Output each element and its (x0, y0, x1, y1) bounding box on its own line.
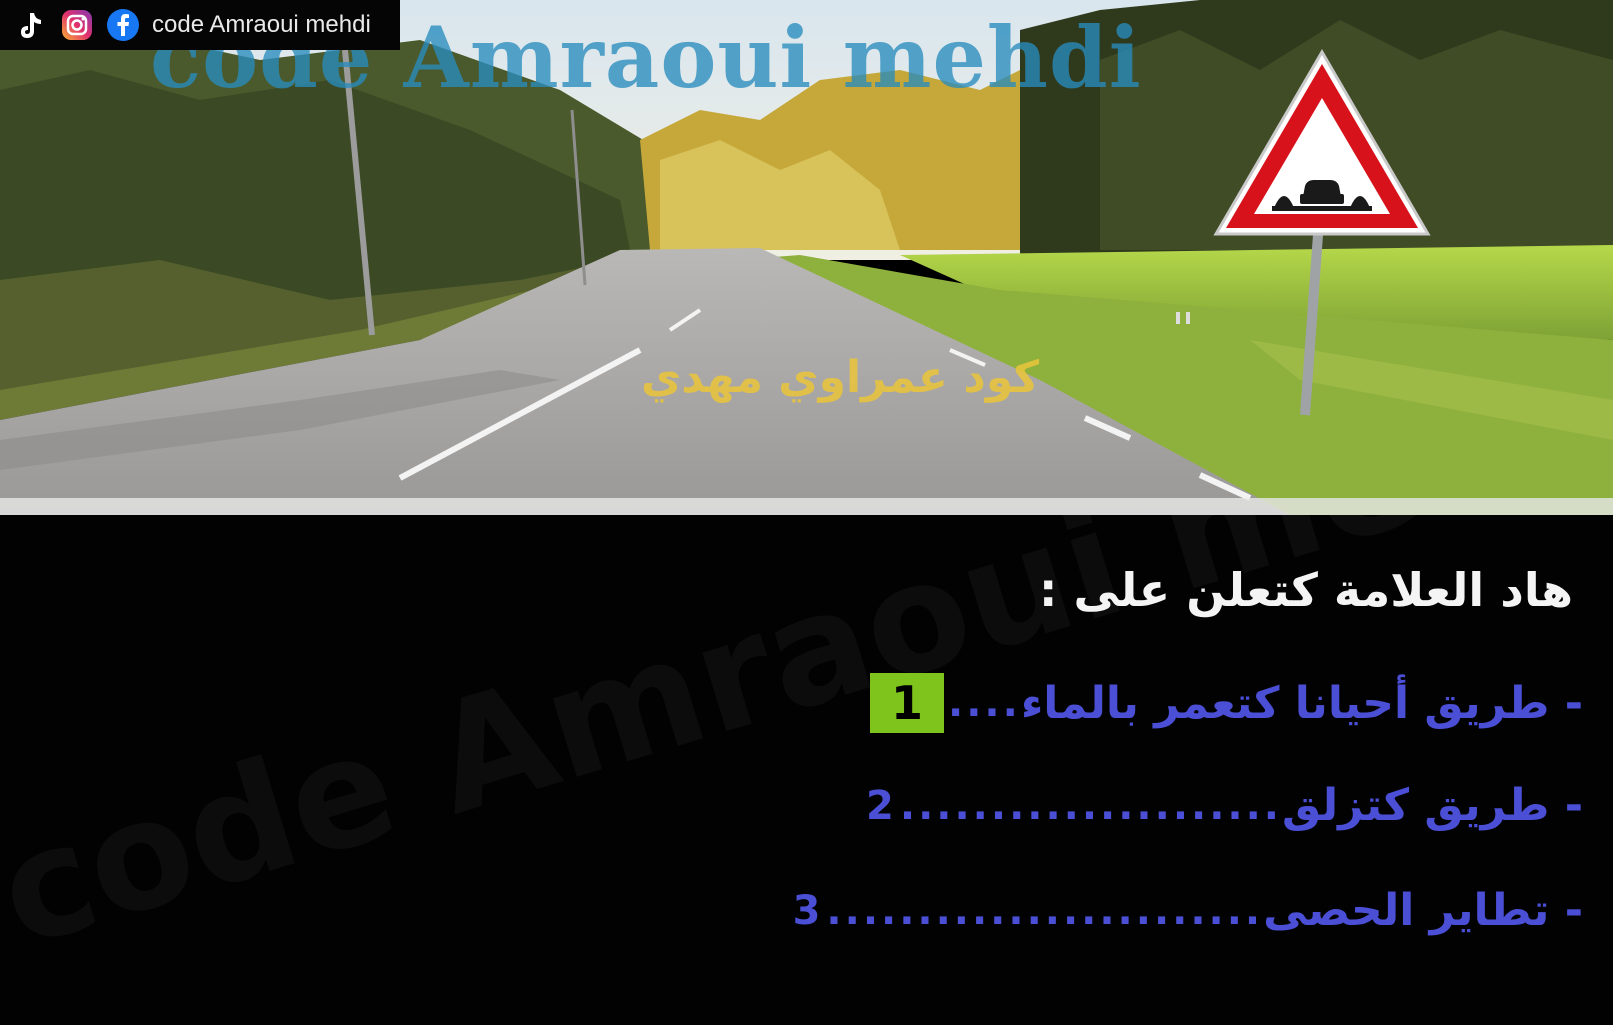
answer-dots: .... (948, 680, 1021, 726)
answer-option-2[interactable]: 2 ..................... - طريق كتزلق (866, 780, 1583, 831)
answer-number[interactable]: 2 (866, 783, 894, 829)
answer-option-3[interactable]: 3 ........................ - تطاير الحصى (793, 885, 1583, 936)
answer-dots: ..................... (899, 782, 1282, 829)
road-photo: code Amraoui mehdi كود عمراوي مهدي code … (0, 0, 1613, 515)
answer-text: - تطاير الحصى (1263, 885, 1583, 936)
answer-dots: ........................ (826, 887, 1264, 934)
answer-number-badge-selected[interactable]: 1 (870, 673, 945, 733)
quiz-video-frame: code Amraoui mehdi كود عمراوي مهدي code … (0, 0, 1613, 1025)
answer-text: - طريق أحيانا كتعمر بالماء (1020, 677, 1583, 729)
answer-text: - طريق كتزلق (1282, 780, 1583, 831)
answer-option-1[interactable]: 1 .... - طريق أحيانا كتعمر بالماء (870, 673, 1583, 733)
answer-number[interactable]: 3 (793, 888, 821, 934)
tiktok-icon[interactable] (14, 8, 48, 42)
social-handle-bar: code Amraoui mehdi (0, 0, 400, 50)
instagram-icon[interactable] (60, 8, 94, 42)
facebook-icon[interactable] (106, 8, 140, 42)
channel-handle: code Amraoui mehdi (152, 11, 371, 38)
question-panel: code Amraoui mehdi هاد العلامة كتعلن على… (0, 515, 1613, 1025)
uneven-road-sign-icon (1213, 49, 1431, 236)
arabic-watermark-caption: كود عمراوي مهدي (640, 352, 1040, 403)
question-prompt: هاد العلامة كتعلن على : (1039, 563, 1573, 617)
